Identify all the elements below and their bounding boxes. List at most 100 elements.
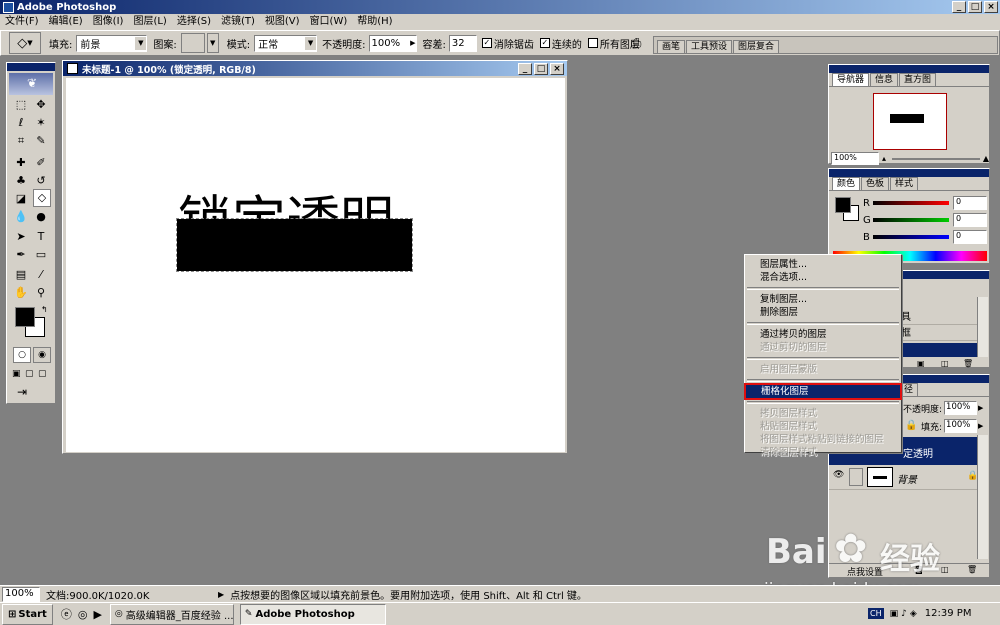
- menu-edit[interactable]: 编辑(E): [44, 14, 88, 30]
- menu-filter[interactable]: 滤镜(T): [216, 14, 260, 30]
- path-select-icon[interactable]: ➤: [13, 229, 29, 245]
- lasso-tool-icon[interactable]: ℓ: [13, 115, 29, 131]
- maximize-button[interactable]: □: [968, 1, 982, 13]
- pen-tool-icon[interactable]: ✒: [13, 247, 29, 263]
- slice-tool-icon[interactable]: ✎: [33, 133, 49, 149]
- tab-navigator[interactable]: 导航器: [832, 73, 870, 86]
- ctx-duplicate-layer[interactable]: 复制图层...: [745, 293, 901, 306]
- tolerance-input[interactable]: 32: [448, 34, 477, 52]
- browser-icon[interactable]: ◎: [78, 608, 88, 621]
- crop-tool-icon[interactable]: ⌗: [13, 133, 29, 149]
- navigator-thumbnail[interactable]: [873, 93, 947, 150]
- ctx-layer-via-copy[interactable]: 通过拷贝的图层: [745, 328, 901, 341]
- status-menu-arrow-icon[interactable]: ▶: [218, 590, 224, 599]
- contiguous-checkbox[interactable]: ✓: [539, 38, 550, 48]
- ie-icon[interactable]: ⓔ: [61, 606, 72, 622]
- tab-brushes[interactable]: 画笔: [657, 40, 686, 53]
- menu-select[interactable]: 选择(S): [172, 14, 216, 30]
- layers-opacity-input[interactable]: 100%: [944, 401, 978, 415]
- network-icon[interactable]: ▣: [890, 609, 899, 619]
- tab-info[interactable]: 信息: [870, 73, 899, 86]
- doc-maximize-button[interactable]: □: [534, 63, 548, 75]
- channel-r-input[interactable]: 0: [953, 196, 987, 210]
- paint-bucket-icon[interactable]: ◇: [33, 189, 51, 207]
- layers-fill-input[interactable]: 100%: [944, 419, 978, 433]
- tab-layer-comps[interactable]: 图层复合: [733, 40, 780, 53]
- channel-b-input[interactable]: 0: [953, 230, 987, 244]
- tab-tool-presets[interactable]: 工具预设: [686, 40, 733, 53]
- status-zoom[interactable]: 100%: [2, 586, 40, 602]
- channel-g-input[interactable]: 0: [953, 213, 987, 227]
- chevron-right-icon[interactable]: ▶: [978, 404, 983, 412]
- screen-mode-full-icon[interactable]: ▢: [38, 369, 47, 379]
- eyedropper-tool-icon[interactable]: ⁄: [33, 267, 49, 283]
- document-titlebar[interactable]: 未标题-1 @ 100% (锁定透明, RGB/8) _ □ ×: [63, 61, 567, 76]
- zoom-out-icon[interactable]: ▴: [882, 154, 886, 163]
- tab-swatches[interactable]: 色板: [861, 177, 890, 190]
- ctx-delete-layer[interactable]: 删除图层: [745, 306, 901, 319]
- opacity-input[interactable]: 100% ▶: [368, 34, 417, 52]
- hand-tool-icon[interactable]: ✋: [13, 285, 29, 301]
- lock-icon[interactable]: 🔒: [905, 420, 917, 431]
- jump-to-imageready-icon[interactable]: ⇥: [17, 385, 27, 399]
- quick-mask-on-icon[interactable]: ◉: [33, 347, 51, 363]
- swap-colors-icon[interactable]: ↰: [41, 305, 48, 314]
- tab-histogram[interactable]: 直方图: [899, 73, 937, 86]
- quick-mask-off-icon[interactable]: ○: [13, 347, 31, 363]
- color-fg-swatch[interactable]: [835, 197, 851, 213]
- type-tool-icon[interactable]: T: [33, 229, 49, 245]
- media-icon[interactable]: ▶: [93, 608, 101, 621]
- fill-select[interactable]: 前景 ▼: [76, 34, 148, 52]
- layer-row-background[interactable]: 👁 背景 🔒: [829, 465, 979, 490]
- healing-brush-icon[interactable]: ✚: [13, 155, 29, 171]
- foreground-color-swatch[interactable]: [15, 307, 35, 327]
- new-document-icon[interactable]: ◫: [941, 359, 949, 368]
- tray-app-icon[interactable]: ◈: [910, 609, 917, 619]
- navigator-zoom-slider[interactable]: [892, 157, 980, 160]
- trash-icon[interactable]: 🗑: [963, 359, 973, 368]
- navigator-zoom-input[interactable]: 100%: [831, 152, 879, 165]
- eraser-tool-icon[interactable]: ◪: [13, 191, 29, 207]
- channel-g-slider[interactable]: [873, 218, 949, 222]
- file-browser-icon[interactable]: ⎙: [631, 36, 641, 51]
- language-indicator[interactable]: CH: [868, 608, 884, 619]
- history-brush-icon[interactable]: ↺: [33, 173, 49, 189]
- menu-image[interactable]: 图像(I): [88, 14, 129, 30]
- notes-tool-icon[interactable]: ▤: [13, 267, 29, 283]
- pattern-dropdown[interactable]: ▼: [206, 33, 219, 53]
- ctx-blending-options[interactable]: 混合选项...: [745, 271, 901, 284]
- channel-b-slider[interactable]: [873, 235, 949, 239]
- shape-tool-icon[interactable]: ▭: [33, 247, 49, 263]
- start-button[interactable]: ⊞ Start: [2, 603, 53, 625]
- visibility-eye-icon[interactable]: 👁: [833, 470, 844, 480]
- selection-black-fill[interactable]: [176, 218, 413, 272]
- antialias-checkbox[interactable]: ✓: [481, 38, 492, 48]
- task-browser[interactable]: ◎ 高级编辑器_百度经验 ...: [109, 603, 234, 625]
- menu-layer[interactable]: 图层(L): [128, 14, 171, 30]
- magic-wand-tool-icon[interactable]: ✶: [33, 115, 49, 131]
- chevron-right-icon[interactable]: ▶: [978, 422, 983, 430]
- tab-styles[interactable]: 样式: [890, 177, 919, 190]
- canvas[interactable]: 锁定透明: [66, 78, 565, 452]
- brush-tool-icon[interactable]: ✐: [33, 155, 49, 171]
- pattern-picker[interactable]: [180, 33, 205, 53]
- minimize-button[interactable]: _: [952, 1, 966, 13]
- close-button[interactable]: ×: [984, 1, 998, 13]
- menu-window[interactable]: 窗口(W): [305, 14, 353, 30]
- history-scrollbar[interactable]: [977, 297, 988, 357]
- doc-minimize-button[interactable]: _: [518, 63, 532, 75]
- mode-select[interactable]: 正常 ▼: [254, 34, 318, 52]
- ctx-layer-properties[interactable]: 图层属性...: [745, 258, 901, 271]
- move-tool-icon[interactable]: ✥: [33, 97, 49, 113]
- tab-color[interactable]: 颜色: [832, 177, 861, 190]
- zoom-tool-icon[interactable]: ⚲: [33, 285, 49, 301]
- marquee-tool-icon[interactable]: ⬚: [13, 97, 29, 113]
- menu-help[interactable]: 帮助(H): [352, 14, 397, 30]
- ctx-rasterize-layer[interactable]: 栅格化图层: [744, 383, 902, 400]
- menu-file[interactable]: 文件(F): [0, 14, 44, 30]
- tool-preset-picker[interactable]: ◇ ▼: [9, 32, 41, 54]
- screen-mode-full-menu-icon[interactable]: ▢: [25, 369, 34, 379]
- channel-r-slider[interactable]: [873, 201, 949, 205]
- layer-link-cell[interactable]: [849, 468, 863, 486]
- toolbox-logo[interactable]: ❦: [9, 73, 53, 95]
